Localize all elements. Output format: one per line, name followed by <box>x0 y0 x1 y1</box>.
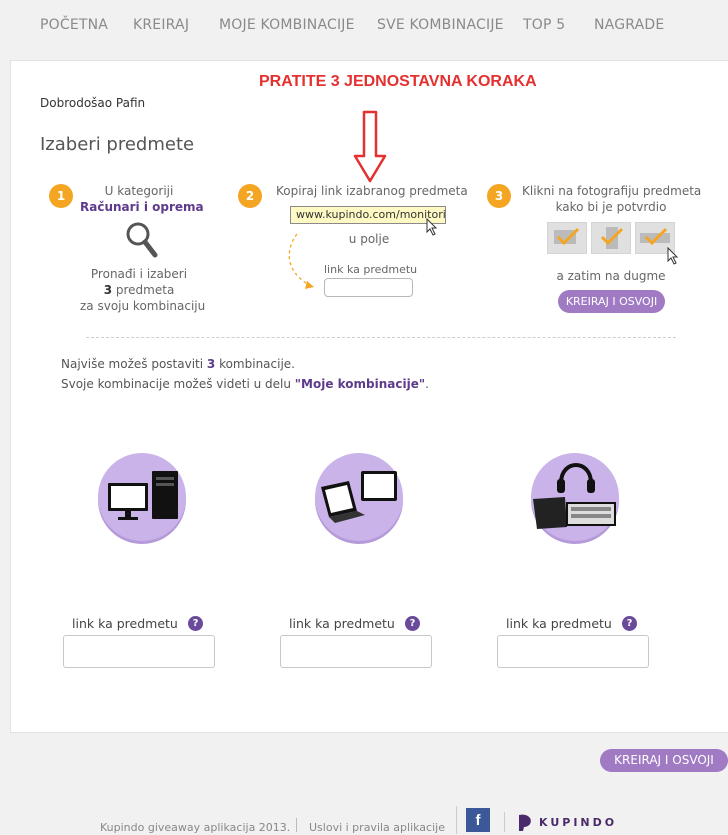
step-1-badge: 1 <box>49 184 73 208</box>
check-icon <box>554 227 580 246</box>
help-icon[interactable]: ? <box>405 616 420 631</box>
nav-item-moje-kombinacije[interactable]: MOJE KOMBINACIJE <box>219 17 355 33</box>
category-computer[interactable] <box>98 453 186 541</box>
example-url-field: www.kupindo.com/monitori/... <box>290 206 446 224</box>
step-1-line3: Pronađi i izaberi <box>90 267 188 281</box>
nav-item-pocetna[interactable]: POČETNA <box>40 17 108 33</box>
terms-link[interactable]: Uslovi i pravila aplikacije <box>309 821 445 834</box>
step-3-line2: kako bi je potvrdio <box>555 200 667 214</box>
footer-separator <box>504 812 505 832</box>
step-3-badge: 3 <box>487 184 511 208</box>
step-1-count-line: 3 predmeta <box>80 283 198 297</box>
step-2-line3: u polje <box>348 232 390 246</box>
example-link-input <box>324 278 413 297</box>
step-2-badge: 2 <box>238 184 262 208</box>
nav-item-sve-kombinacije[interactable]: SVE KOMBINACIJE <box>377 17 504 33</box>
computer-icon <box>108 471 178 520</box>
footer-separator <box>456 806 457 834</box>
step-1-category: Računari i oprema <box>80 200 204 214</box>
laptop-tablet-icon <box>321 471 397 523</box>
link-input-2[interactable] <box>280 635 432 668</box>
divider <box>86 337 676 338</box>
info-line-2-post: . <box>425 377 429 391</box>
nav-item-nagrade[interactable]: NAGRADE <box>594 17 664 33</box>
thumb-tower <box>591 222 631 254</box>
info-line-1: Najviše možeš postaviti 3 kombinacije. <box>61 357 295 371</box>
info-line-1-num: 3 <box>206 357 216 371</box>
step-2-field-label: link ka predmetu <box>324 263 418 276</box>
info-line-2-pre: Svoje kombinacije možeš videti u delu <box>61 377 295 391</box>
info-line-1-pre: Najviše možeš postaviti <box>61 357 207 371</box>
step-3-example-button: KREIRAJ I OSVOJI <box>558 290 665 313</box>
step-3-line1: Klikni na fotografiju predmeta <box>522 184 702 198</box>
link-input-1[interactable] <box>63 635 215 668</box>
down-arrow-icon <box>353 110 387 183</box>
step-1-line1: U kategoriji <box>104 184 174 198</box>
cursor-icon <box>667 247 679 265</box>
info-line-1-post: kombinacije. <box>215 357 295 371</box>
welcome-text: Dobrodošao Pafin <box>40 96 146 110</box>
steps-headline: PRATITE 3 JEDNOSTAVNA KORAKA <box>259 73 537 90</box>
facebook-icon[interactable]: f <box>466 808 490 832</box>
moje-kombinacije-link[interactable]: "Moje kombinacije" <box>295 377 425 391</box>
category-laptop-tablet[interactable] <box>315 453 403 541</box>
step-1-count-suffix: predmeta <box>112 283 175 297</box>
step-3-line3: a zatim na dugme <box>556 269 666 283</box>
nav-item-kreiraj[interactable]: KREIRAJ <box>133 17 189 33</box>
step-2-line1: Kopiraj link izabranog predmeta <box>276 184 468 198</box>
help-icon[interactable]: ? <box>188 616 203 631</box>
cursor-icon <box>426 218 438 236</box>
footer-separator <box>296 818 297 832</box>
curved-arrow-icon <box>288 233 314 289</box>
link-label-3: link ka predmetu <box>506 616 612 631</box>
kupindo-brand: KUPINDO <box>539 816 618 829</box>
magnifier-icon <box>126 222 158 258</box>
link-input-3[interactable] <box>497 635 649 668</box>
step-1-count: 3 <box>103 283 113 297</box>
submit-button[interactable]: KREIRAJ I OSVOJI <box>600 749 728 772</box>
help-icon[interactable]: ? <box>622 616 637 631</box>
step-1-line5: za svoju kombinaciju <box>80 299 206 313</box>
link-label-1: link ka predmetu <box>72 616 178 631</box>
top-navigation: POČETNA KREIRAJ MOJE KOMBINACIJE SVE KOM… <box>0 0 728 50</box>
page-title: Izaberi predmete <box>40 134 195 155</box>
nav-item-top5[interactable]: TOP 5 <box>523 17 565 33</box>
info-line-2: Svoje kombinacije možeš videti u delu "M… <box>61 377 429 391</box>
check-icon <box>600 227 624 249</box>
footer-app-text: Kupindo giveaway aplikacija 2013. <box>100 821 291 834</box>
kupindo-logo-icon <box>519 814 531 831</box>
category-accessories[interactable] <box>531 453 619 541</box>
accessories-icon <box>533 463 616 529</box>
thumb-monitor <box>547 222 587 254</box>
link-label-2: link ka predmetu <box>289 616 395 631</box>
